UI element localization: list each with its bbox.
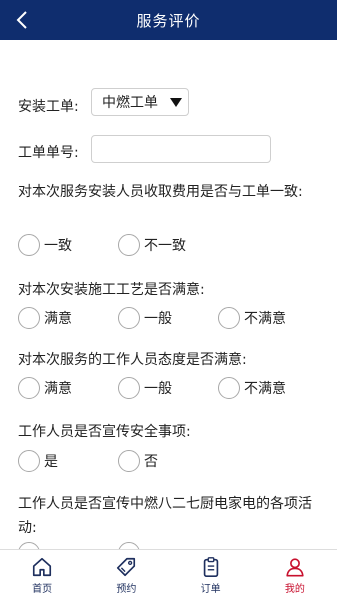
option-average[interactable]: 一般	[118, 307, 172, 329]
order-number-row: 工单单号:	[18, 138, 79, 166]
order-number-label: 工单单号:	[18, 145, 79, 161]
option-label: 一般	[144, 381, 172, 397]
radio-button[interactable]	[18, 307, 40, 329]
radio-button[interactable]	[118, 377, 140, 399]
install-order-row: 安装工单:	[18, 92, 79, 120]
radio-button[interactable]	[18, 542, 40, 549]
top-nav-bar: 服务评价	[0, 0, 337, 40]
option-unsatisfied[interactable]: 不满意	[218, 307, 286, 329]
radio-button[interactable]	[18, 234, 40, 256]
tab-label: 预约	[116, 583, 137, 595]
option-inconsistent[interactable]: 不一致	[118, 234, 186, 256]
option-label: 满意	[44, 311, 72, 327]
order-number-input[interactable]	[91, 135, 271, 163]
option-label: 满意	[44, 381, 72, 397]
person-icon	[286, 557, 304, 577]
radio-button[interactable]	[118, 450, 140, 472]
option-satisfied[interactable]: 满意	[18, 377, 72, 399]
chevron-left-icon	[16, 11, 27, 29]
tab-label: 订单	[200, 583, 221, 595]
install-order-selected: 中燃工单	[102, 95, 158, 111]
option-unsatisfied[interactable]: 不满意	[218, 377, 286, 399]
tab-label: 我的	[284, 583, 305, 595]
tag-icon	[117, 557, 136, 576]
radio-button[interactable]	[118, 234, 140, 256]
page-title: 服务评价	[136, 11, 201, 30]
install-order-select[interactable]: 中燃工单	[91, 88, 189, 116]
bottom-tab-bar: 首页 预约 订单 我的	[0, 549, 337, 600]
question-activity-promotion: 工作人员是否宣传中燃八二七厨电家电的各项活动:	[18, 496, 312, 536]
option-yes[interactable]: 是	[18, 450, 58, 472]
question-fee-consistency: 对本次服务安装人员收取费用是否与工单一致:	[18, 184, 303, 200]
option-partial[interactable]	[118, 542, 144, 549]
option-label: 不满意	[244, 311, 286, 327]
tab-appointment[interactable]: 预约	[84, 550, 168, 600]
option-label: 不满意	[244, 381, 286, 397]
option-no[interactable]: 否	[118, 450, 158, 472]
question-safety-promotion: 工作人员是否宣传安全事项:	[18, 424, 191, 440]
clipboard-icon	[203, 556, 218, 577]
radio-button[interactable]	[218, 377, 240, 399]
radio-button[interactable]	[18, 450, 40, 472]
evaluation-form: 安装工单: 中燃工单 工单单号: 对本次服务安装人员收取费用是否与工单一致: 一…	[0, 40, 337, 549]
option-consistent[interactable]: 一致	[18, 234, 72, 256]
tab-label: 首页	[32, 583, 53, 595]
radio-button[interactable]	[218, 307, 240, 329]
question-staff-attitude: 对本次服务的工作人员态度是否满意:	[18, 352, 247, 368]
radio-button[interactable]	[118, 307, 140, 329]
caret-down-icon	[170, 98, 182, 107]
radio-button[interactable]	[118, 542, 140, 549]
option-label: 否	[144, 454, 158, 470]
tab-home[interactable]: 首页	[0, 550, 84, 600]
back-button[interactable]	[8, 6, 36, 34]
radio-button[interactable]	[18, 377, 40, 399]
option-label: 一般	[144, 311, 172, 327]
install-order-label: 安装工单:	[18, 99, 79, 115]
question-craftsmanship: 对本次安装施工工艺是否满意:	[18, 282, 205, 298]
tab-profile[interactable]: 我的	[253, 550, 337, 600]
option-partial[interactable]	[18, 542, 44, 549]
option-label: 是	[44, 454, 58, 470]
option-label: 不一致	[144, 238, 186, 254]
option-label: 一致	[44, 238, 72, 254]
option-satisfied[interactable]: 满意	[18, 307, 72, 329]
tab-orders[interactable]: 订单	[169, 550, 253, 600]
home-icon	[33, 557, 52, 576]
option-average[interactable]: 一般	[118, 377, 172, 399]
